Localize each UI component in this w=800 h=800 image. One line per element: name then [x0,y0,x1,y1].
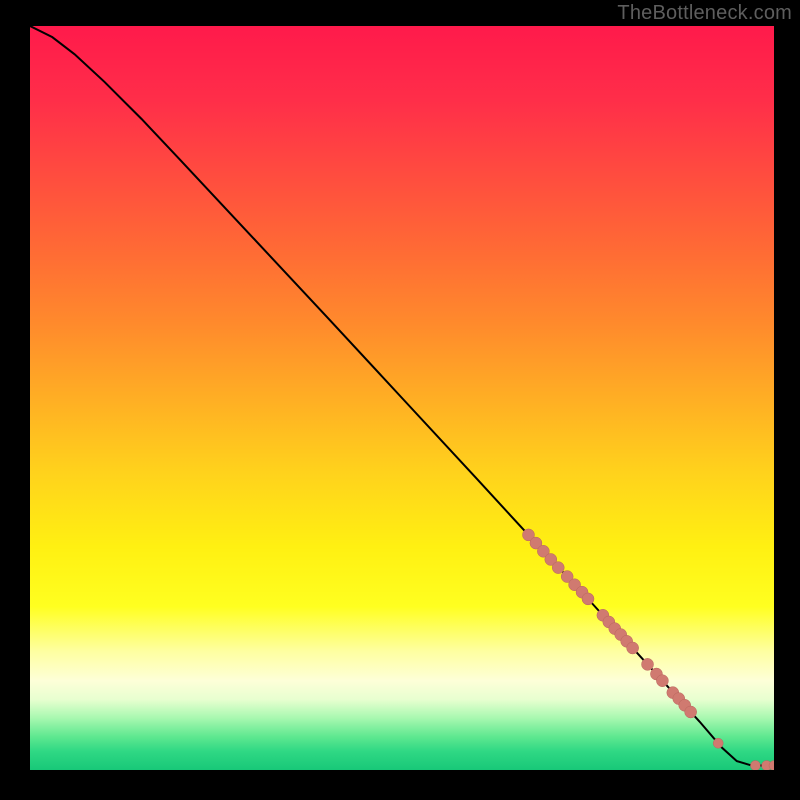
chart-svg [30,26,774,770]
watermark-text: TheBottleneck.com [617,2,792,25]
data-marker [627,642,639,654]
data-marker [552,562,564,574]
data-marker [750,761,760,770]
data-marker [642,658,654,670]
data-marker [685,706,697,718]
data-marker [582,593,594,605]
chart-frame: TheBottleneck.com [0,0,800,800]
data-marker [656,675,668,687]
data-marker [713,738,723,748]
plot-area [30,26,774,770]
